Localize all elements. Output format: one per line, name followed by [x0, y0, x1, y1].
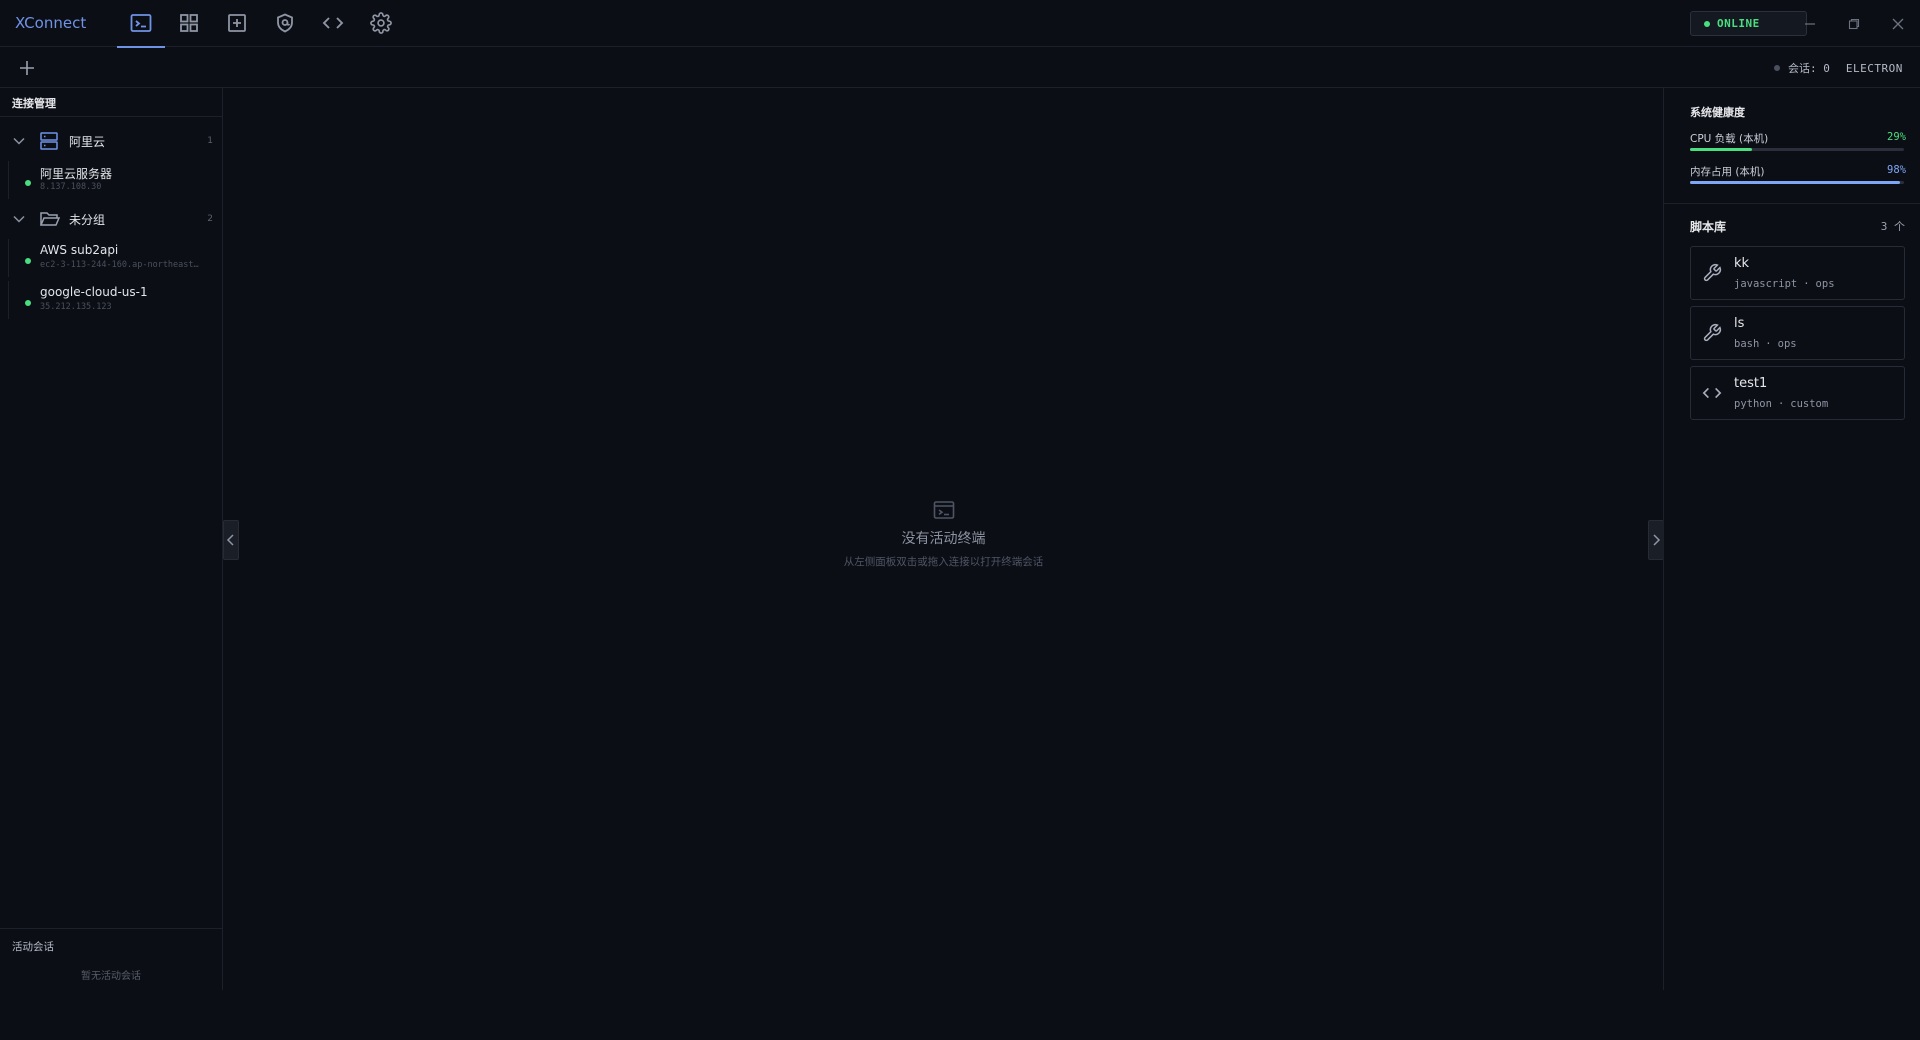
maximize-icon	[1848, 18, 1860, 30]
cpu-bar-fill	[1690, 148, 1753, 151]
script-category: custom	[1790, 398, 1829, 410]
script-card-kk[interactable]: kk javascript · ops	[1690, 246, 1905, 300]
close-icon	[1892, 18, 1904, 30]
server-online-dot	[25, 258, 31, 264]
toolbar: 会话: 0 ELECTRON	[0, 48, 1920, 88]
script-meta: bash · ops	[1734, 338, 1797, 350]
wrench-icon	[1702, 323, 1722, 343]
memory-label: 内存占用 (本机)	[1690, 166, 1765, 178]
script-card-ls[interactable]: ls bash · ops	[1690, 306, 1905, 360]
health-title: 系统健康度	[1690, 106, 1745, 119]
server-address: ec2-3-113-244-160.ap-northeast-1.compute…	[40, 260, 200, 270]
online-status-badge: ONLINE	[1690, 11, 1807, 36]
terminal-icon	[130, 14, 152, 32]
right-panel: 系统健康度 CPU 负载 (本机) 29% 内存占用 (本机) 98% 脚本库 …	[1663, 88, 1920, 990]
group-name: 阿里云	[69, 134, 106, 149]
active-sessions-empty: 暂无活动会话	[81, 971, 141, 982]
chevron-down-icon	[12, 212, 28, 226]
memory-bar-fill	[1690, 181, 1900, 184]
shield-icon	[277, 13, 293, 33]
script-language: javascript	[1734, 278, 1798, 290]
server-aliyun-1[interactable]: 阿里云服务器 8.137.108.30	[8, 161, 222, 199]
grid-icon	[180, 14, 198, 32]
server-google-cloud-us-1[interactable]: google-cloud-us-1 35.212.135.123	[8, 281, 222, 319]
cpu-label: CPU 负载 (本机)	[1690, 133, 1769, 145]
main-nav	[117, 0, 405, 48]
script-meta: python · custom	[1734, 398, 1829, 410]
memory-bar-track	[1690, 181, 1904, 184]
status-dot	[1704, 20, 1710, 27]
active-sessions-title: 活动会话	[12, 941, 54, 953]
nav-add-box-button[interactable]	[213, 0, 261, 47]
title-bar: XConnect ONLINE	[0, 0, 1920, 48]
group-count: 1	[207, 136, 213, 146]
script-language: python	[1734, 398, 1772, 410]
server-online-dot	[25, 300, 31, 306]
session-count: 会话: 0	[1788, 62, 1830, 75]
server-aws-sub2api[interactable]: AWS sub2api ec2-3-113-244-160.ap-northea…	[8, 239, 222, 277]
group-aliyun[interactable]: 阿里云 1	[0, 128, 222, 154]
cpu-value: 29%	[1887, 131, 1906, 143]
maximize-button[interactable]	[1843, 13, 1865, 35]
script-name: kk	[1734, 256, 1750, 271]
script-name: ls	[1734, 316, 1745, 331]
nav-settings-button[interactable]	[357, 0, 405, 47]
status-label: ONLINE	[1717, 17, 1760, 30]
plus-icon	[20, 61, 34, 75]
session-status-dot	[1774, 65, 1780, 71]
wrench-icon	[1702, 263, 1722, 283]
chevron-down-icon	[12, 134, 28, 148]
script-category: ops	[1815, 278, 1835, 290]
server-icon	[39, 131, 61, 151]
add-box-icon	[228, 14, 246, 32]
server-address: 8.137.108.30	[40, 182, 102, 192]
cpu-bar-track	[1690, 148, 1904, 151]
server-online-dot	[25, 180, 31, 186]
scripts-count: 3 个	[1880, 220, 1905, 233]
connection-sidebar: 连接管理 阿里云 1 阿里云服务器 8.137.108.30 未分组 2 AWS…	[0, 88, 223, 990]
memory-value: 98%	[1887, 164, 1906, 176]
empty-subtitle: 从左侧面板双击或拖入连接以打开终端会话	[843, 556, 1044, 568]
server-name: AWS sub2api	[40, 243, 119, 257]
nav-shield-button[interactable]	[261, 0, 309, 47]
script-card-test1[interactable]: test1 python · custom	[1690, 366, 1905, 420]
group-count: 2	[207, 214, 213, 224]
gear-icon	[370, 12, 392, 34]
cpu-metric: CPU 负载 (本机) 29%	[1690, 131, 1906, 151]
script-meta: javascript · ops	[1734, 278, 1835, 290]
server-name: google-cloud-us-1	[40, 285, 148, 299]
minimize-button[interactable]	[1799, 13, 1821, 35]
right-panel-divider	[1664, 203, 1920, 204]
session-info: 会话: 0 ELECTRON	[1774, 60, 1903, 76]
terminal-empty-state: 没有活动终端 从左侧面板双击或拖入连接以打开终端会话	[224, 500, 1663, 569]
server-name: 阿里云服务器	[40, 167, 113, 181]
nav-grid-button[interactable]	[165, 0, 213, 47]
app-title: XConnect	[15, 14, 87, 32]
server-address: 35.212.135.123	[40, 302, 112, 312]
empty-title: 没有活动终端	[901, 531, 986, 547]
sidebar-divider	[0, 116, 222, 117]
folder-open-icon	[39, 209, 61, 229]
nav-code-button[interactable]	[309, 0, 357, 47]
memory-metric: 内存占用 (本机) 98%	[1690, 164, 1906, 184]
group-ungrouped[interactable]: 未分组 2	[0, 206, 222, 232]
sidebar-title: 连接管理	[12, 97, 56, 110]
scripts-title: 脚本库	[1690, 220, 1727, 234]
code-icon	[322, 17, 344, 29]
code-icon	[1702, 383, 1722, 403]
new-connection-button[interactable]	[16, 57, 38, 79]
nav-terminal-button[interactable]	[117, 0, 165, 48]
environment-label: ELECTRON	[1845, 61, 1903, 75]
terminal-icon	[224, 500, 1663, 520]
script-name: test1	[1734, 376, 1768, 391]
group-name: 未分组	[69, 212, 106, 227]
active-sessions-panel: 活动会话 暂无活动会话	[0, 928, 222, 990]
script-language: bash	[1734, 338, 1760, 350]
minimize-icon	[1805, 23, 1815, 25]
script-category: ops	[1777, 338, 1797, 350]
close-button[interactable]	[1887, 13, 1909, 35]
